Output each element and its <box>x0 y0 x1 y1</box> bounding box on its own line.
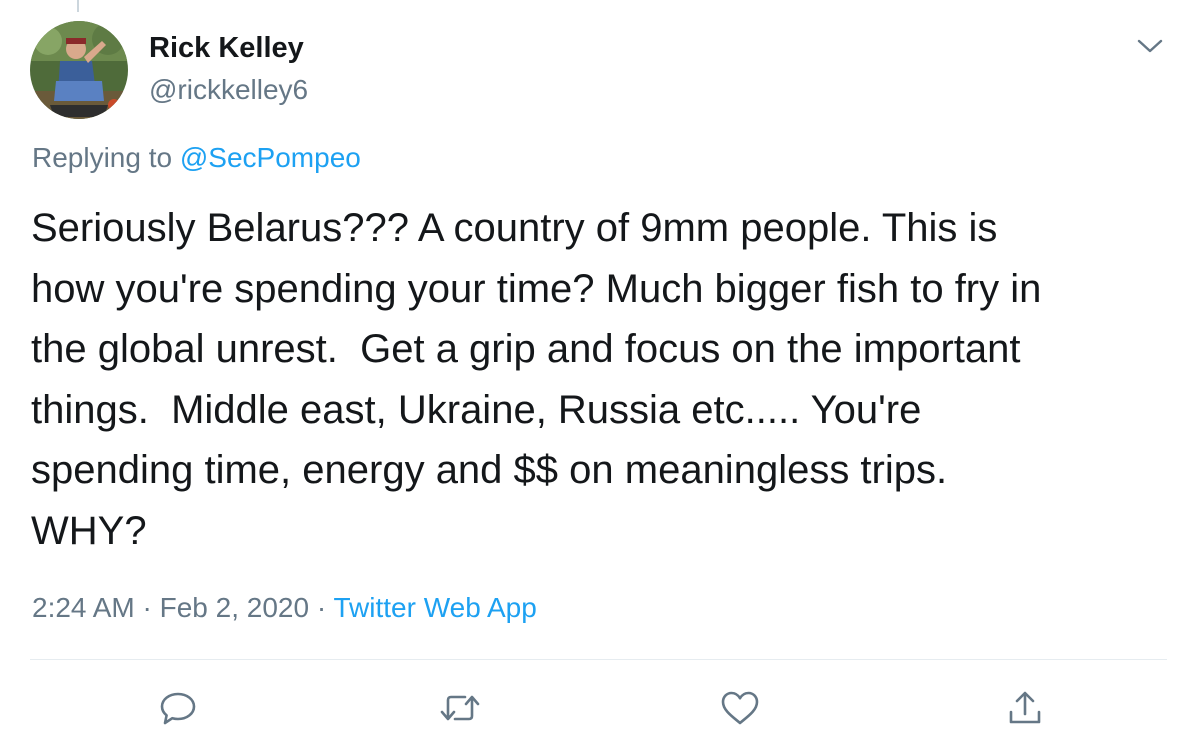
divider <box>30 659 1167 660</box>
mention-link[interactable]: @SecPompeo <box>180 142 361 173</box>
heart-icon <box>721 691 759 725</box>
share-icon <box>1009 691 1041 724</box>
like-button[interactable] <box>718 686 762 730</box>
share-button[interactable] <box>1003 686 1047 730</box>
reply-bubble-icon <box>160 692 196 725</box>
tweet-meta: 2:24 AM · Feb 2, 2020 · Twitter Web App <box>32 592 537 624</box>
tweet-text-line: spending time, energy and $$ on meaningl… <box>31 448 948 492</box>
chevron-down-icon <box>1137 39 1163 53</box>
author-name[interactable]: Rick Kelley <box>149 32 304 65</box>
avatar[interactable] <box>30 21 128 119</box>
retweet-button[interactable] <box>438 686 482 730</box>
meta-separator: · <box>134 592 160 623</box>
meta-separator: · <box>309 592 334 623</box>
avatar-photo <box>30 21 128 119</box>
more-options-button[interactable] <box>1130 26 1170 66</box>
reply-button[interactable] <box>156 686 200 730</box>
thread-connector-line <box>77 0 79 12</box>
tweet-text-line: WHY? <box>31 508 147 553</box>
replying-to-label: Replying to <box>32 142 180 173</box>
tweet-text: Seriously Belarus??? A country of 9mm pe… <box>31 198 1181 561</box>
tweet-time[interactable]: 2:24 AM <box>32 592 135 623</box>
tweet-text-line: Seriously Belarus??? A country of 9mm pe… <box>31 206 998 250</box>
tweet-text-line: things. Middle east, Ukraine, Russia etc… <box>31 387 922 432</box>
tweet: Rick Kelley @rickkelley6 Replying to @Se… <box>0 0 1196 756</box>
tweet-source-link[interactable]: Twitter Web App <box>333 592 536 623</box>
tweet-text-line: how you're spending your time? Much bigg… <box>31 266 1042 311</box>
tweet-date[interactable]: Feb 2, 2020 <box>160 592 309 623</box>
retweet-icon <box>440 695 480 721</box>
replying-to: Replying to @SecPompeo <box>32 142 361 174</box>
author-handle[interactable]: @rickkelley6 <box>149 74 308 106</box>
tweet-text-line: the global unrest. Get a grip and focus … <box>31 327 1021 371</box>
